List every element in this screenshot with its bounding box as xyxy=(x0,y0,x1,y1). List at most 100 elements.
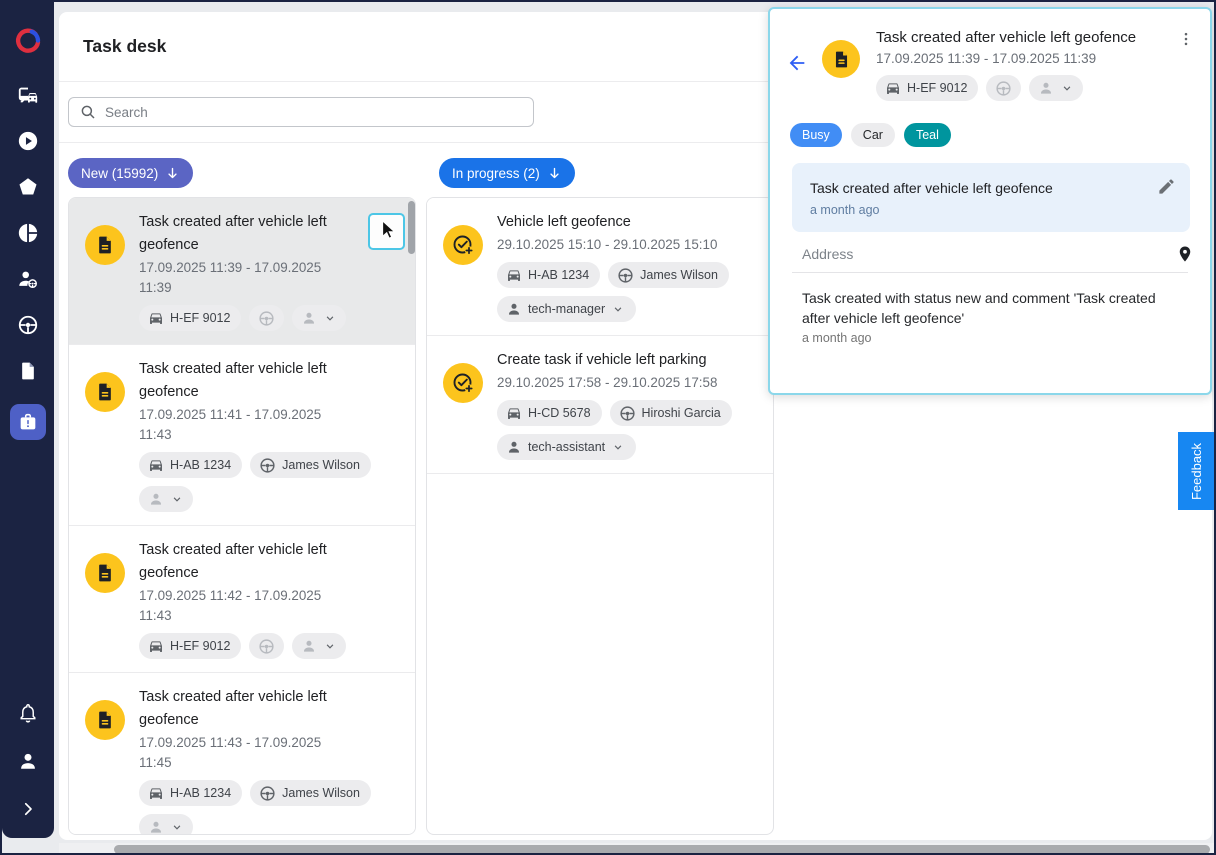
vehicle-chip[interactable]: H-EF 9012 xyxy=(139,633,242,659)
task-card[interactable]: Task created after vehicle left geofence… xyxy=(69,673,415,834)
address-label: Address xyxy=(802,246,854,262)
car-icon xyxy=(150,788,162,799)
bell-icon xyxy=(20,704,36,723)
sidebar-item-driving[interactable] xyxy=(10,312,46,338)
assignee-chip[interactable]: tech-manager xyxy=(497,296,637,322)
car-icon xyxy=(150,460,162,471)
sidebar-item-drivers[interactable] xyxy=(10,266,46,292)
vehicle-chip[interactable]: H-AB 1234 xyxy=(139,452,243,478)
task-check-icon xyxy=(453,373,474,393)
task-date: 17.09.2025 11:42 - 17.09.2025 11:43 xyxy=(139,588,322,623)
chevron-down-icon xyxy=(1064,86,1071,91)
search-box[interactable] xyxy=(68,97,534,127)
arrow-left-icon xyxy=(789,55,805,71)
task-card[interactable]: Task created after vehicle left geofence… xyxy=(69,198,415,345)
assignee-chip[interactable] xyxy=(292,305,347,331)
task-avatar xyxy=(822,40,860,78)
assignee-chip[interactable] xyxy=(139,814,193,834)
steering-wheel-icon xyxy=(259,638,275,654)
app-logo[interactable] xyxy=(13,26,43,56)
steering-wheel-icon xyxy=(260,457,275,473)
driver-chip[interactable] xyxy=(249,305,285,331)
driver-chip[interactable]: Hiroshi Garcia xyxy=(609,400,732,426)
vehicle-chip[interactable]: H-EF 9012 xyxy=(139,305,242,331)
sidebar-expand-button[interactable] xyxy=(10,796,46,822)
horizontal-scrollbar-thumb[interactable] xyxy=(114,845,1210,853)
steering-wheel-icon xyxy=(618,267,633,283)
back-button[interactable] xyxy=(781,47,813,79)
vehicle-chip[interactable]: H-AB 1234 xyxy=(139,780,243,806)
task-card[interactable]: Task created after vehicle left geofence… xyxy=(69,345,415,526)
column-scrollbar[interactable] xyxy=(408,201,415,254)
task-avatar xyxy=(443,225,483,265)
task-desk-icon xyxy=(20,413,36,430)
person-icon xyxy=(304,312,315,324)
sidebar-item-task-desk[interactable] xyxy=(10,404,46,440)
pinned-comment: Task created after vehicle left geofence… xyxy=(792,163,1190,232)
task-document-icon xyxy=(99,236,111,254)
task-date: 17.09.2025 11:43 - 17.09.2025 11:45 xyxy=(139,735,322,770)
task-card[interactable]: Task created after vehicle left geofence… xyxy=(69,526,415,673)
steering-wheel-icon xyxy=(18,315,38,335)
task-avatar xyxy=(85,553,125,593)
task-title: Task created after vehicle left geofence xyxy=(139,689,327,728)
column-label-in-progress: In progress (2) xyxy=(452,165,540,181)
task-avatar xyxy=(85,225,125,265)
vehicle-label: H-AB 1234 xyxy=(528,268,590,282)
assignee-chip[interactable] xyxy=(292,633,347,659)
column-header-new[interactable]: New (15992) xyxy=(68,158,194,188)
driver-icon xyxy=(19,271,37,288)
task-detail-panel: Task created after vehicle left geofence… xyxy=(768,7,1212,395)
task-card[interactable]: Vehicle left geofence 29.10.2025 15:10 -… xyxy=(427,198,773,336)
steering-wheel-icon xyxy=(619,405,635,421)
driver-chip[interactable]: James Wilson xyxy=(250,780,371,806)
sidebar-item-geofences[interactable] xyxy=(10,174,46,200)
tag-teal[interactable]: Teal xyxy=(903,123,951,147)
task-title: Task created after vehicle left geofence xyxy=(139,542,327,581)
task-date: 17.09.2025 11:39 - 17.09.2025 11:39 xyxy=(139,260,322,295)
logo-icon xyxy=(16,28,41,53)
tag-busy[interactable]: Busy xyxy=(790,123,842,147)
driver-chip[interactable]: James Wilson xyxy=(608,262,729,288)
person-icon xyxy=(1041,82,1052,94)
sidebar-item-documents[interactable] xyxy=(10,358,46,384)
sidebar-item-notifications[interactable] xyxy=(10,700,46,726)
assignee-chip[interactable] xyxy=(1029,75,1084,101)
task-card[interactable]: Create task if vehicle left parking 29.1… xyxy=(427,336,773,474)
panel-menu-button[interactable] xyxy=(1172,25,1200,53)
column-header-in-progress[interactable]: In progress (2) xyxy=(439,158,575,188)
vehicle-label: H-AB 1234 xyxy=(170,458,232,472)
steering-wheel-icon xyxy=(260,785,275,801)
driver-chip[interactable] xyxy=(249,633,285,659)
play-circle-icon xyxy=(18,131,38,151)
sidebar-item-vehicles[interactable] xyxy=(10,82,46,108)
assignee-label: tech-manager xyxy=(528,302,606,316)
edit-button[interactable] xyxy=(1157,177,1176,196)
assignee-chip[interactable] xyxy=(139,486,193,512)
driver-label: James Wilson xyxy=(282,458,360,472)
pie-chart-icon xyxy=(18,223,38,243)
vehicle-chip[interactable]: H-EF 9012 xyxy=(876,75,979,101)
vehicle-chip[interactable]: H-AB 1234 xyxy=(497,262,601,288)
driver-chip[interactable] xyxy=(986,75,1022,101)
person-icon xyxy=(509,441,519,453)
driver-chip[interactable]: James Wilson xyxy=(250,452,371,478)
task-title: Vehicle left geofence xyxy=(497,214,631,230)
sidebar-item-reports[interactable] xyxy=(10,220,46,246)
address-pin-button[interactable] xyxy=(1176,245,1194,263)
vehicle-chip[interactable]: H-CD 5678 xyxy=(497,400,602,426)
search-icon xyxy=(81,105,95,119)
feedback-button[interactable]: Feedback xyxy=(1178,432,1214,510)
sidebar-item-playback[interactable] xyxy=(10,128,46,154)
pinned-comment-text: Task created after vehicle left geofence xyxy=(810,180,1053,196)
chevron-down-icon xyxy=(614,445,622,450)
chevron-down-icon xyxy=(327,316,334,321)
search-input[interactable] xyxy=(105,104,523,120)
panel-task-date: 17.09.2025 11:39 - 17.09.2025 11:39 xyxy=(876,51,1097,66)
assignee-chip[interactable]: tech-assistant xyxy=(497,434,637,460)
car-icon xyxy=(150,313,162,324)
sidebar-item-profile[interactable] xyxy=(10,748,46,774)
chevron-down-icon xyxy=(173,825,181,830)
tag-car[interactable]: Car xyxy=(850,123,895,147)
driver-label: James Wilson xyxy=(282,786,360,800)
